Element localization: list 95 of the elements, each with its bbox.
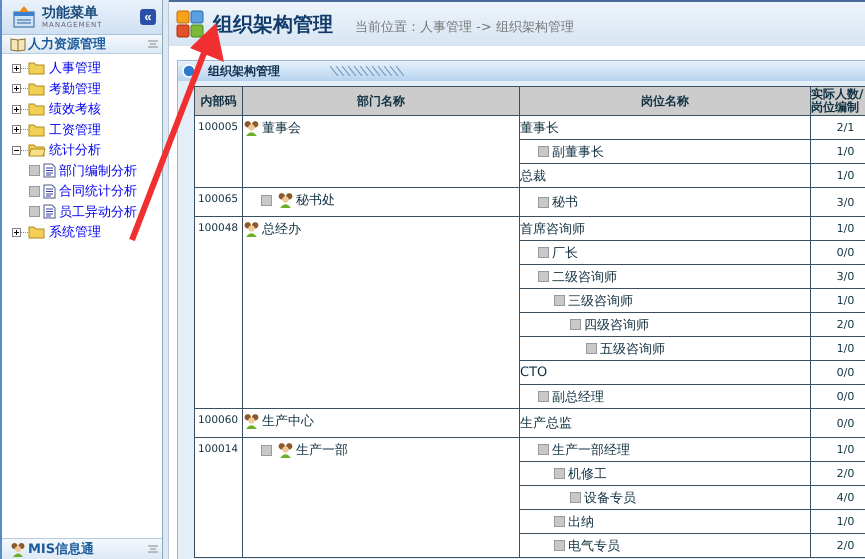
column-header: 部门名称 [242,86,520,116]
document-icon [43,163,56,178]
table-cell: 100065 [194,188,242,216]
menu-item[interactable]: 考勤管理 [49,80,101,98]
office-logo-icon [175,9,205,39]
position-name: 三级咨询师 [568,292,633,310]
position-name: 首席咨询师 [520,220,585,238]
position-name: 四级咨询师 [584,316,649,334]
menu-item[interactable]: 人事管理 [49,59,101,78]
tree-connector-icon [570,492,581,503]
position-name: 董事长 [520,120,559,136]
tree-connector-icon [29,206,40,218]
section-title: 人力资源管理 [28,36,107,53]
tree-connector-icon [538,444,549,455]
folder-icon [28,225,46,240]
menu-item[interactable]: 部门编制分析 [59,162,137,180]
position-name: 厂长 [552,244,578,262]
column-header: 内部码 [194,86,242,116]
people-icon [243,120,260,136]
tree-connector-icon [554,295,565,306]
menu-item[interactable]: 绩效考核 [49,100,101,118]
plus-icon[interactable] [12,228,21,237]
menu-item[interactable]: 员工异动分析 [59,202,137,221]
column-header: 岗位名称 [520,86,810,116]
position-name: CTO [520,365,548,380]
menu-item[interactable]: 统计分析 [49,141,101,160]
section-header[interactable]: MIS信息通 [2,538,162,559]
book-icon [10,36,26,52]
document-icon [43,184,56,199]
plus-icon[interactable] [12,84,21,94]
position-name: 副总经理 [552,388,604,406]
department-name: 董事会 [262,120,301,137]
collapse-button[interactable]: « [140,9,156,25]
document-icon [43,204,56,220]
splitter-handle[interactable] [163,0,169,559]
plus-icon[interactable] [12,125,21,134]
department-name: 生产中心 [262,413,314,430]
tree-connector-icon [538,271,549,282]
tree-connector-icon [554,540,565,551]
department-name: 秘书处 [296,192,335,209]
tree-connector-icon [538,146,549,157]
tree-connector-icon [29,186,40,197]
tree-connector-icon [29,165,40,176]
people-icon [243,413,260,429]
collapse-icon [148,40,158,48]
position-name: 机修工 [568,466,607,482]
section-title: MIS信息通 [28,541,96,558]
collapse-icon [148,545,158,553]
menu-item[interactable]: 工资管理 [49,120,101,139]
folder-icon [28,82,46,96]
open-folder-icon [28,143,46,158]
table-cell: 100014 [194,438,242,558]
tree-connector-icon [554,468,565,479]
people-icon [243,221,260,237]
people-icon [10,542,26,556]
folder-icon [28,102,46,116]
position-name: 副董事长 [552,144,604,160]
tree-connector-icon [586,343,597,354]
position-name: 设备专员 [584,490,636,506]
menu-item[interactable]: 合同统计分析 [59,182,137,200]
table-cell: 100048 [194,216,242,408]
position-name: 出纳 [568,514,594,530]
folder-icon [28,122,46,137]
tree-connector-icon [261,444,272,456]
tree-connector-icon [554,516,565,527]
position-name: 五级咨询师 [600,340,665,358]
sidebar-title: 功能菜单 [42,5,99,21]
people-icon [277,442,294,458]
position-name: 总裁 [520,168,546,184]
calendar-icon [12,5,36,29]
people-icon [277,192,294,208]
breadcrumb: 当前位置：人事管理 -> 组织架构管理 [355,19,574,36]
plus-icon[interactable] [12,104,21,114]
menu-item[interactable]: 系统管理 [49,223,101,242]
tree-connector-icon [570,319,581,330]
tree-connector-icon [538,196,549,208]
position-name: 秘书 [552,194,578,211]
tree-connector-icon [261,194,272,206]
circle-icon [182,64,196,78]
column-header: 实际人数/ 岗位编制 [810,86,865,116]
position-name: 生产总监 [520,415,572,432]
plus-icon[interactable] [12,64,21,73]
department-name: 总经办 [262,221,301,238]
tree-connector-icon [538,391,549,402]
section-header[interactable]: 人力资源管理 [2,35,162,54]
position-name: 二级咨询师 [552,268,617,286]
position-name: 生产一部经理 [552,442,630,458]
tree-connector-icon [538,247,549,258]
table-cell: 100005 [194,116,242,188]
position-name: 电气专员 [568,538,620,554]
folder-icon [28,61,46,76]
department-name: 生产一部 [296,442,348,459]
table-cell: 100060 [194,408,242,438]
panel-title: 组织架构管理 [208,62,281,80]
minus-icon[interactable] [12,146,21,155]
